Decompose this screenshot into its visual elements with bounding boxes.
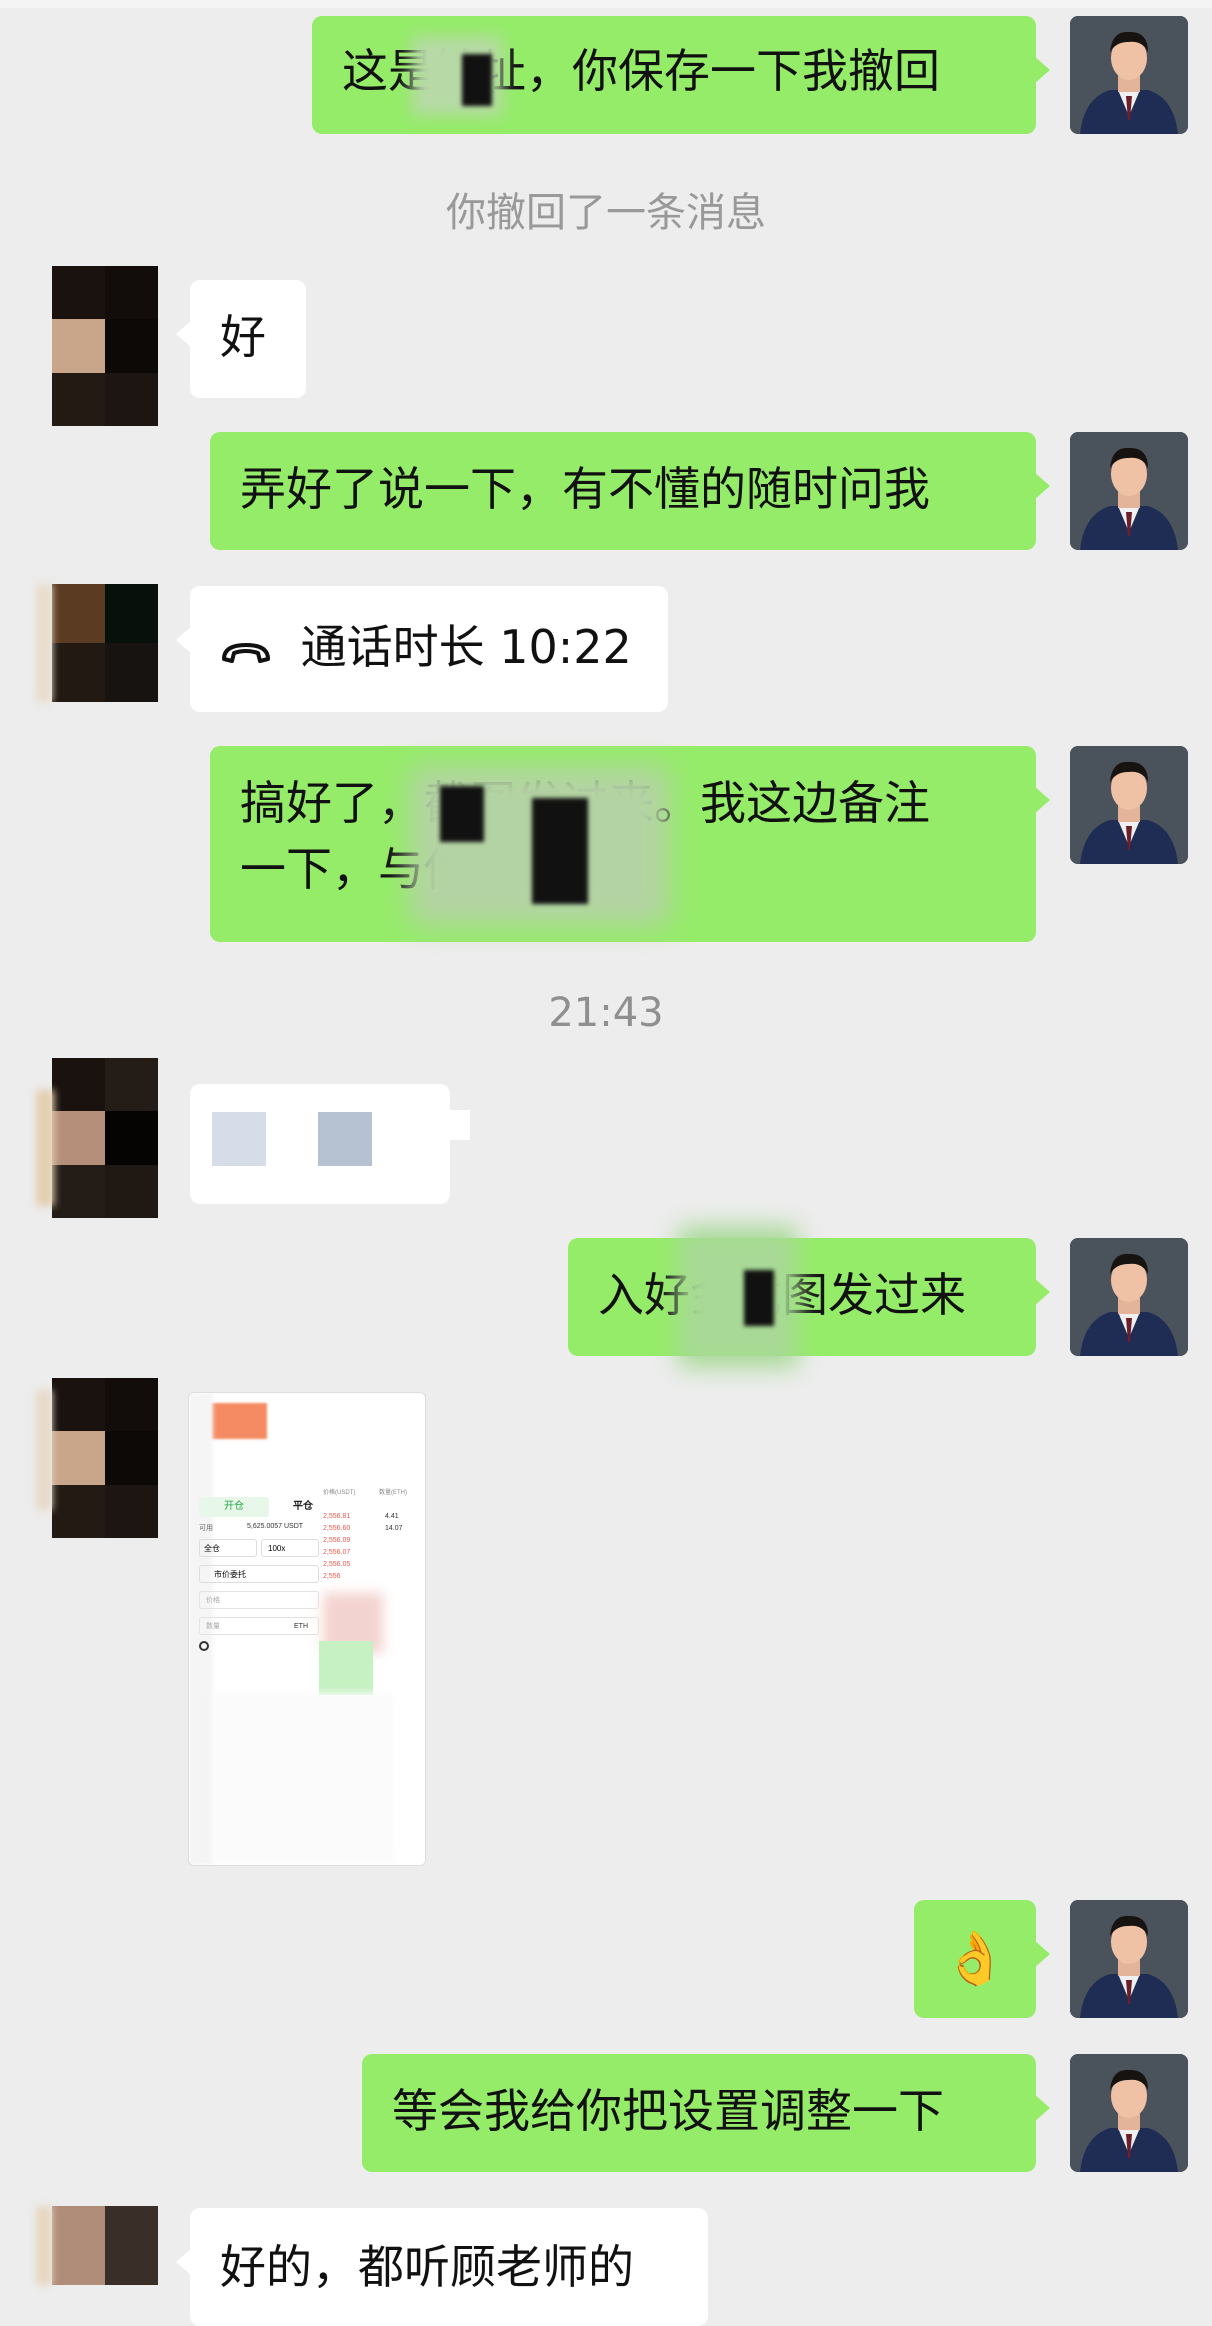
slider-knob[interactable]	[199, 1641, 209, 1651]
my-message-bubble[interactable]: 弄好了说一下，有不懂的随时问我	[210, 432, 1050, 550]
ask-price: 2,556	[323, 1573, 341, 1580]
redaction-block	[440, 786, 484, 842]
orderbook-col-qty: 数量(ETH)	[379, 1490, 407, 1496]
trade-screenshot-image[interactable]: 开仓 平仓 可用 5,625.0057 USDT 全仓 100x 市价委托 价格…	[188, 1392, 426, 1866]
contact-avatar[interactable]	[52, 266, 158, 426]
image-blur-block	[319, 1641, 373, 1695]
my-avatar[interactable]	[1070, 16, 1188, 134]
my-avatar[interactable]	[1070, 432, 1188, 550]
my-message-bubble[interactable]: 搞好了，截图发过来。我这边备注 一下，与你同步	[210, 746, 1050, 942]
ask-price: 2,556.05	[323, 1561, 351, 1568]
my-avatar[interactable]	[1070, 1900, 1188, 2018]
my-message-bubble[interactable]: 👌	[914, 1900, 1050, 2018]
available-label: 可用	[199, 1525, 213, 1532]
my-message-bubble[interactable]: 这是地址，你保存一下我撤回	[312, 16, 1050, 134]
avatar-edge-blur	[36, 1090, 54, 1206]
message-text: 好	[220, 310, 266, 364]
quantity-input[interactable]: 数量 ETH	[199, 1617, 319, 1635]
order-type-select[interactable]: 市价委托	[199, 1565, 319, 1583]
top-divider	[0, 0, 1212, 8]
margin-mode-value: 全仓	[204, 1544, 220, 1553]
my-avatar[interactable]	[1070, 1238, 1188, 1356]
leverage-select[interactable]: 100x	[261, 1539, 319, 1557]
my-message-bubble[interactable]: 等会我给你把设置调整一下	[362, 2054, 1050, 2172]
image-blur-block	[212, 1112, 266, 1166]
price-input[interactable]: 价格	[199, 1591, 319, 1609]
avatar-edge-blur	[36, 2206, 52, 2285]
image-blur-block	[213, 1693, 393, 1863]
orderbook-col-price: 价格(USDT)	[323, 1490, 356, 1496]
ask-price: 2,556.07	[323, 1549, 351, 1556]
redaction-block	[744, 1270, 774, 1326]
redaction-block	[462, 54, 492, 106]
avatar-edge-blur	[36, 1390, 52, 1510]
avatar-edge-blur	[36, 584, 52, 702]
orderbook-asks: 2,556.81 2,556.60 2,556.09 2,556.07 2,55…	[323, 1511, 383, 1583]
call-record-bubble[interactable]: 通话时长 10:22	[176, 586, 668, 712]
image-blur-block	[410, 1110, 470, 1140]
ask-price: 2,556.81	[323, 1513, 351, 1520]
leverage-value: 100x	[268, 1544, 286, 1553]
ask-qty: 14.07	[385, 1525, 403, 1532]
contact-avatar[interactable]	[52, 1378, 158, 1538]
contact-avatar[interactable]	[52, 584, 158, 702]
redaction-block	[532, 798, 588, 904]
phone-hangup-icon	[220, 618, 272, 684]
ask-price: 2,556.60	[323, 1525, 351, 1532]
call-duration-text: 通话时长 10:22	[300, 620, 632, 674]
quantity-unit: ETH	[294, 1623, 308, 1630]
redaction-blur	[678, 1226, 798, 1368]
quantity-placeholder: 数量	[206, 1623, 220, 1630]
my-avatar[interactable]	[1070, 2054, 1188, 2172]
available-value: 5,625.0057 USDT	[247, 1523, 304, 1530]
price-placeholder: 价格	[206, 1597, 220, 1604]
my-avatar[interactable]	[1070, 746, 1188, 864]
blurred-image-message[interactable]	[190, 1084, 470, 1204]
their-message-bubble[interactable]: 好	[176, 280, 306, 398]
order-type-value: 市价委托	[214, 1570, 246, 1579]
margin-mode-select[interactable]: 全仓	[199, 1539, 257, 1557]
ok-hand-emoji: 👌	[942, 1929, 1008, 1989]
contact-avatar[interactable]	[52, 2206, 158, 2285]
my-message-bubble[interactable]: 入好金截图发过来	[568, 1226, 1050, 1368]
ask-price: 2,556.09	[323, 1537, 351, 1544]
contact-avatar[interactable]	[52, 1058, 158, 1218]
message-text: 弄好了说一下，有不懂的随时问我	[240, 462, 930, 516]
recall-notice: 你撤回了一条消息	[446, 190, 766, 236]
ask-qty: 4.41	[385, 1513, 399, 1520]
tab-open-position[interactable]: 开仓	[199, 1497, 269, 1517]
time-divider: 21:43	[548, 990, 664, 1036]
message-text: 等会我给你把设置调整一下	[392, 2084, 944, 2138]
image-blur-block	[211, 1403, 267, 1439]
their-message-bubble[interactable]: 好的，都听顾老师的	[176, 2208, 708, 2326]
image-blur-block	[318, 1112, 372, 1166]
orderbook-ask-qty: 4.41 14.07	[385, 1511, 425, 1535]
message-text: 好的，都听顾老师的	[220, 2240, 634, 2294]
